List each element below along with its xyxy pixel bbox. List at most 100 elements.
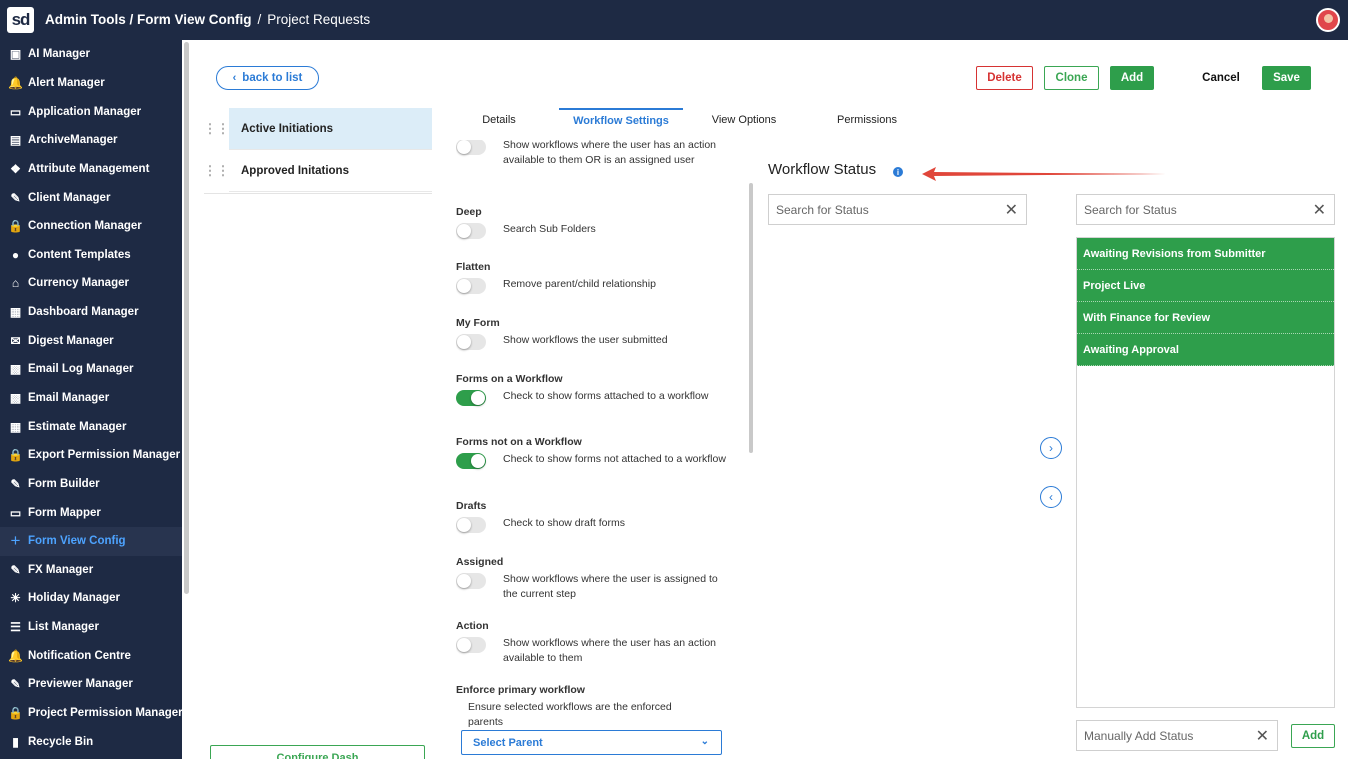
tab-permissions[interactable]: Permissions xyxy=(828,108,906,132)
setting-title: Deep xyxy=(456,206,482,218)
view-item-approved-initations[interactable]: ⋮⋮ Approved Initations xyxy=(204,149,432,192)
setting-toggle[interactable] xyxy=(456,453,486,469)
logo[interactable]: sd xyxy=(7,7,34,33)
setting-toggle[interactable] xyxy=(456,637,486,653)
breadcrumb-main[interactable]: Admin Tools / Form View Config xyxy=(45,12,252,27)
sidebar-item-holiday-manager[interactable]: ☀ Holiday Manager xyxy=(0,584,182,613)
clear-icon[interactable]: ✕ xyxy=(1005,200,1018,220)
sidebar-item-alert-manager[interactable]: 🔔 Alert Manager xyxy=(0,69,182,98)
setting-row: Check to show forms attached to a workfl… xyxy=(456,389,746,406)
sidebar-item-label: ArchiveManager xyxy=(28,134,118,147)
sidebar-item-label: Recycle Bin xyxy=(28,735,94,748)
sidebar-item-recycle-bin[interactable]: ▮ Recycle Bin xyxy=(0,727,182,756)
available-status-search[interactable]: Search for Status ✕ xyxy=(768,194,1027,225)
setting-toggle[interactable] xyxy=(456,390,486,406)
drag-handle-icon[interactable]: ⋮⋮ xyxy=(204,107,230,150)
status-item[interactable]: Project Live xyxy=(1077,270,1334,302)
breadcrumb: Admin Tools / Form View Config / Project R… xyxy=(45,12,370,27)
selected-status-search[interactable]: Search for Status ✕ xyxy=(1076,194,1335,225)
chevron-left-icon: ‹ xyxy=(232,72,237,84)
setting-toggle[interactable] xyxy=(456,573,486,589)
sidebar-item-dashboard-manager[interactable]: ▦ Dashboard Manager xyxy=(0,298,182,327)
sidebar-item-client-manager[interactable]: ✎ Client Manager xyxy=(0,183,182,212)
view-item-active-initiations[interactable]: ⋮⋮ Active Initiations xyxy=(204,107,432,150)
sidebar-item-currency-manager[interactable]: ⌂ Currency Manager xyxy=(0,269,182,298)
sidebar-item-email-manager[interactable]: ▩ Email Manager xyxy=(0,384,182,413)
back-to-list-button[interactable]: ‹ back to list xyxy=(216,66,319,90)
sidebar-item-list-manager[interactable]: ☰ List Manager xyxy=(0,613,182,642)
sidebar-item-label: Form View Config xyxy=(28,535,126,548)
status-item[interactable]: With Finance for Review xyxy=(1077,302,1334,334)
drag-handle-icon[interactable]: ⋮⋮ xyxy=(204,149,230,192)
setting-row: Ensure selected workflows are the enforc… xyxy=(456,700,746,729)
setting-toggle[interactable] xyxy=(456,278,486,294)
sidebar-scrollbar[interactable] xyxy=(184,42,189,594)
setting-toggle[interactable] xyxy=(456,334,486,350)
clear-icon[interactable]: ✕ xyxy=(1256,726,1269,746)
list-icon: ☰ xyxy=(10,620,21,635)
sidebar-item-connection-manager[interactable]: 🔒 Connection Manager xyxy=(0,212,182,241)
annotation-arrow xyxy=(922,167,1166,181)
sidebar-item-label: Export Permission Manager xyxy=(28,449,181,462)
status-item[interactable]: Awaiting Approval xyxy=(1077,334,1334,366)
manual-status-placeholder: Manually Add Status xyxy=(1084,728,1194,743)
sidebar-item-attribute-management[interactable]: ❖ Attribute Management xyxy=(0,155,182,184)
cancel-button[interactable]: Cancel xyxy=(1194,66,1248,90)
add-status-button[interactable]: Add xyxy=(1291,724,1335,748)
tab-workflow-settings[interactable]: Workflow Settings xyxy=(559,108,683,132)
setting-toggle[interactable] xyxy=(456,140,486,155)
sidebar-item-content-templates[interactable]: ● Content Templates xyxy=(0,240,182,269)
status-item[interactable]: Awaiting Revisions from Submitter xyxy=(1077,238,1334,270)
configure-dash-button[interactable]: Configure Dash xyxy=(210,745,425,759)
info-icon[interactable]: i xyxy=(893,167,903,177)
sidebar-item-ai-manager[interactable]: ▣ AI Manager xyxy=(0,40,182,69)
manual-status-input[interactable]: Manually Add Status ✕ xyxy=(1076,720,1278,751)
search-placeholder: Search for Status xyxy=(1084,202,1177,217)
sidebar-item-label: Email Manager xyxy=(28,392,110,404)
setting-row: Show workflows where the user has an act… xyxy=(456,140,746,167)
clone-button[interactable]: Clone xyxy=(1044,66,1099,90)
sidebar-item-export-permission-manager[interactable]: 🔒 Export Permission Manager xyxy=(0,441,182,470)
clear-icon[interactable]: ✕ xyxy=(1313,200,1326,220)
avatar[interactable] xyxy=(1316,8,1340,32)
sidebar-item-fx-manager[interactable]: ✎ FX Manager xyxy=(0,556,182,585)
sidebar-item-digest-manager[interactable]: ✉ Digest Manager xyxy=(0,326,182,355)
ai-icon: ▣ xyxy=(9,47,22,62)
workflow-status-title: Workflow Status xyxy=(768,161,877,178)
sidebar-item-estimate-manager[interactable]: ▦ Estimate Manager xyxy=(0,412,182,441)
setting-description: Show workflows where the user has an act… xyxy=(503,140,717,166)
settings-scrollbar[interactable] xyxy=(749,183,753,453)
sidebar-item-application-manager[interactable]: ▭ Application Manager xyxy=(0,97,182,126)
home-icon: ⌂ xyxy=(11,276,20,291)
move-right-button[interactable]: › xyxy=(1040,437,1062,459)
tab-details[interactable]: Details xyxy=(464,108,534,132)
tab-view-options[interactable]: View Options xyxy=(704,108,784,132)
arrow-shape xyxy=(922,167,1166,181)
setting-toggle[interactable] xyxy=(456,517,486,533)
sidebar-item-archivemanager[interactable]: ▤ ArchiveManager xyxy=(0,126,182,155)
lock-icon: 🔒 xyxy=(8,706,23,721)
save-button[interactable]: Save xyxy=(1262,66,1311,90)
sidebar-item-project-permission-manager[interactable]: 🔒 Project Permission Manager xyxy=(0,699,182,728)
sidebar-item-previewer-manager[interactable]: ✎ Previewer Manager xyxy=(0,670,182,699)
setting-description: Remove parent/child relationship xyxy=(503,278,656,290)
add-button[interactable]: Add xyxy=(1110,66,1154,90)
setting-group: Forms on a Workflow Check to show forms a… xyxy=(456,373,746,406)
move-left-button[interactable]: ‹ xyxy=(1040,486,1062,508)
sidebar-item-notification-centre[interactable]: 🔔 Notification Centre xyxy=(0,641,182,670)
sidebar-item-form-view-config[interactable]: + Form View Config xyxy=(0,526,182,556)
setting-group: Flatten Remove parent/child relationship xyxy=(456,261,746,294)
setting-toggle[interactable] xyxy=(456,223,486,239)
sidebar-item-label: Client Manager xyxy=(28,191,111,204)
setting-row: Check to show draft forms xyxy=(456,516,746,533)
delete-button[interactable]: Delete xyxy=(976,66,1033,90)
select-parent-dropdown[interactable]: Select Parent ⌄ xyxy=(461,730,722,755)
setting-title: Drafts xyxy=(456,500,487,512)
sidebar-item-email-log-manager[interactable]: ▩ Email Log Manager xyxy=(0,355,182,384)
setting-row: Show workflows where the user has an act… xyxy=(456,636,746,665)
lock-icon: 🔒 xyxy=(8,448,23,463)
setting-row: Check to show forms not attached to a wo… xyxy=(456,452,746,469)
sidebar-item-form-mapper[interactable]: ▭ Form Mapper xyxy=(0,498,182,527)
sidebar-item-form-builder[interactable]: ✎ Form Builder xyxy=(0,470,182,499)
setting-description: Check to show draft forms xyxy=(503,517,625,529)
